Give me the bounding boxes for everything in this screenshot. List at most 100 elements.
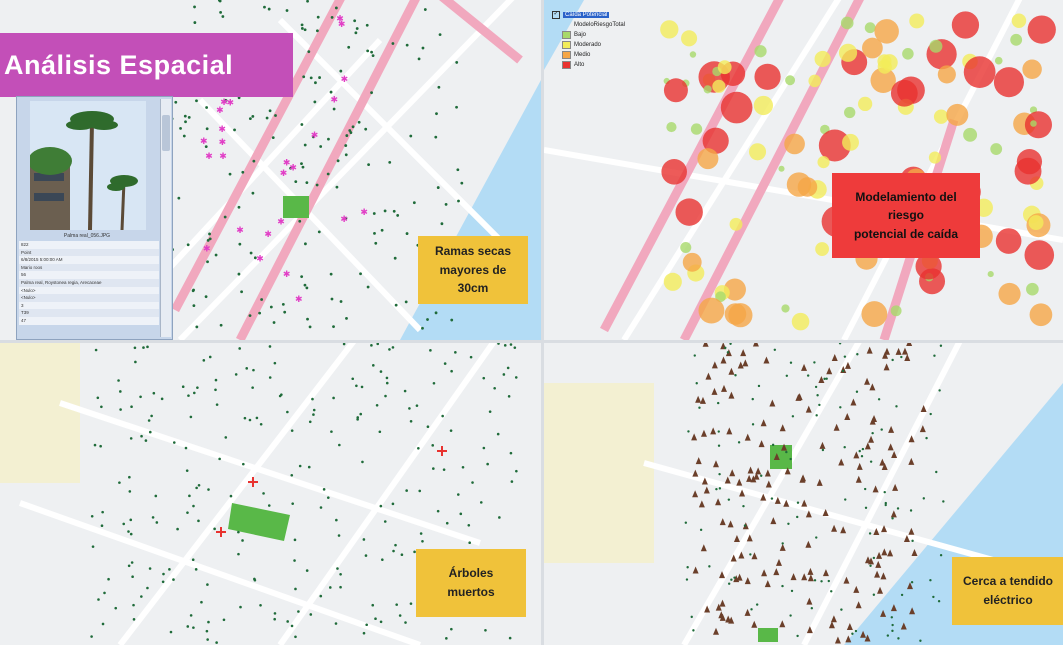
tree-dot <box>371 54 375 58</box>
tree-dot <box>716 401 720 405</box>
tree-dot <box>103 591 106 595</box>
tree-dot <box>455 61 459 64</box>
tree-dot <box>241 170 245 174</box>
risk-circle <box>1011 13 1027 28</box>
risk-circle <box>993 67 1024 98</box>
legend-swatch <box>562 31 571 39</box>
tree-dot <box>150 414 153 418</box>
tree-dot <box>294 587 297 591</box>
tree-dot <box>415 404 419 407</box>
tree-dot <box>434 135 438 139</box>
tree-dot <box>855 390 859 393</box>
legend-layer: Caída Potencial <box>563 12 610 18</box>
tree-dot <box>445 521 449 525</box>
attribute-row: <Nulo> <box>19 294 159 302</box>
tree-dot <box>690 615 693 619</box>
label-line: Cerca a tendido <box>962 574 1054 589</box>
tree-dot <box>118 481 121 484</box>
tree-dot <box>128 490 132 493</box>
risk-circle <box>781 304 790 313</box>
tree-dot <box>330 15 334 19</box>
tree-dot <box>239 605 242 609</box>
tree-dot <box>443 362 447 365</box>
tree-dot <box>154 494 158 498</box>
tree-dot <box>144 439 148 442</box>
risk-circle <box>660 20 679 39</box>
risk-circle <box>861 301 888 327</box>
popup-scrollbar[interactable] <box>160 99 171 337</box>
tree-dot <box>441 414 444 418</box>
tree-dot <box>871 431 874 435</box>
tree-dot <box>900 355 903 359</box>
tree-dot <box>895 405 898 408</box>
tree-dot <box>291 502 294 505</box>
risk-circle <box>663 272 682 291</box>
tree-dot <box>303 28 307 32</box>
tree-dot <box>515 469 518 473</box>
tree-dot <box>255 416 259 420</box>
tree-dot <box>238 242 242 246</box>
attribute-popup[interactable]: Palma real_056.JPG 822 Point 6/8/2015 5:… <box>16 96 173 340</box>
tree-dot <box>457 199 460 203</box>
tree-dot <box>460 181 464 185</box>
tree-dot <box>285 9 289 12</box>
tree-dot <box>151 516 155 519</box>
tree-dot <box>839 406 842 409</box>
scrollbar-thumb[interactable] <box>162 115 170 151</box>
tree-dot <box>383 209 387 213</box>
tree-dot <box>294 180 298 184</box>
tree-dot <box>854 629 858 633</box>
risk-circle <box>1027 15 1056 44</box>
map-panel-power-lines[interactable]: Cerca a tendido eléctrico <box>544 343 1063 645</box>
risk-circle <box>680 241 692 254</box>
risk-circle <box>946 103 969 126</box>
tree-dot <box>207 488 210 491</box>
checkbox-icon[interactable]: ✓ <box>552 11 560 19</box>
tree-dot <box>278 394 282 398</box>
tree-dot <box>229 494 233 498</box>
tree-dot <box>364 554 368 557</box>
tree-dot <box>107 577 110 581</box>
risk-circle <box>753 95 774 116</box>
map-panel-dry-branches[interactable]: ✱✱✱✱✱✱✱✱✱✱✱✱✱✱✱✱✱✱✱✱✱✱✱✱✱✱✱✱✱✱ Análisis … <box>0 0 541 340</box>
tree-dot <box>224 436 228 439</box>
map-panel-dead-trees[interactable]: Árboles muertos <box>0 343 541 645</box>
tree-dot <box>933 354 936 357</box>
tree-dot <box>718 487 722 490</box>
tree-dot <box>298 219 302 223</box>
tree-dot <box>355 384 358 388</box>
tree-dot <box>132 603 135 607</box>
legend-swatch <box>562 51 571 59</box>
tree-dot <box>339 300 343 303</box>
tree-dot <box>184 120 187 124</box>
tree-dot <box>307 50 311 54</box>
dry-branch-marker: ✱ <box>283 269 291 279</box>
tree-dot <box>404 300 408 304</box>
tree-dot <box>750 608 753 611</box>
tree-dot <box>496 432 500 436</box>
risk-circle <box>808 74 821 88</box>
tree-dot <box>334 622 338 625</box>
map-panel-fall-risk[interactable]: ✓ Caída Potencial ModeloRiesgoTotal Bajo … <box>544 0 1063 340</box>
tree-dot <box>450 318 454 322</box>
tree-dot <box>388 160 392 164</box>
tree-dot <box>187 394 190 397</box>
tree-dot <box>193 5 196 9</box>
tree-dot <box>509 343 513 346</box>
tree-dot <box>498 516 501 519</box>
tree-dot <box>785 450 788 454</box>
tree-dot <box>391 346 395 349</box>
tree-dot <box>234 373 238 376</box>
risk-circle <box>785 75 796 86</box>
risk-circle <box>717 60 732 75</box>
tree-dot <box>128 475 131 479</box>
tree-dot <box>269 305 273 309</box>
tree-dot <box>326 496 330 499</box>
tree-dot <box>283 310 287 314</box>
tree-dot <box>339 69 343 73</box>
tree-dot <box>751 397 754 401</box>
attribute-row: 56 <box>19 271 159 279</box>
tree-dot <box>238 347 241 350</box>
tree-dot <box>335 185 339 189</box>
tree-dot <box>309 613 313 616</box>
